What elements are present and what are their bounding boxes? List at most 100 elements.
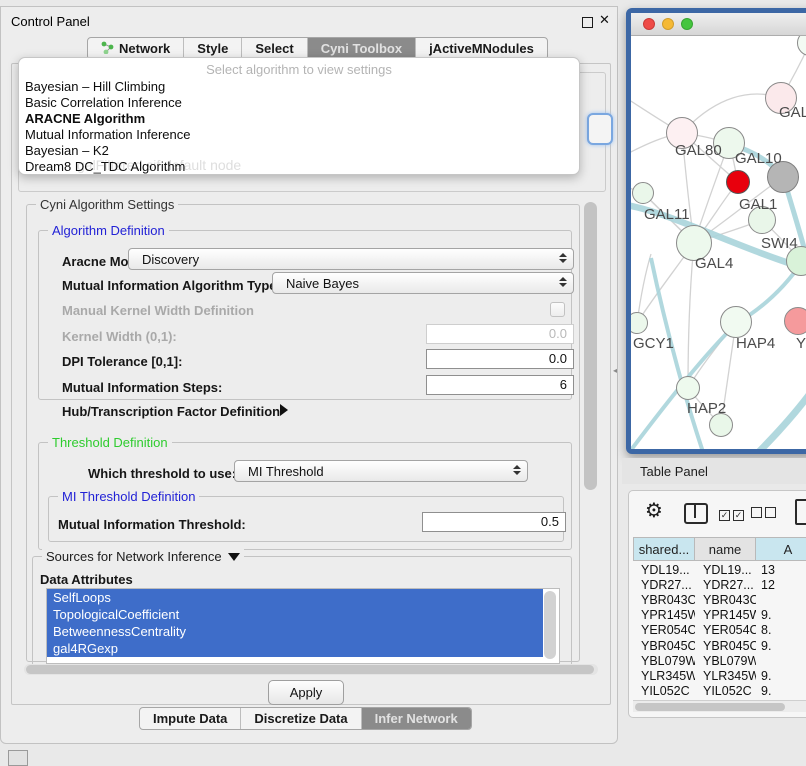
columns-icon[interactable] (684, 503, 708, 524)
table-cell[interactable]: YBL079W (695, 654, 756, 668)
table-cell[interactable]: 13 (756, 563, 806, 577)
splitter-handle-icon[interactable]: ◂ (613, 366, 617, 375)
bottom-tabbar: Impute DataDiscretize DataInfer Network (139, 707, 472, 730)
apply-button[interactable]: Apply (268, 680, 344, 705)
algorithm-option[interactable]: Bayesian – K2 (19, 143, 579, 159)
network-canvas[interactable]: GALGAL80GAL10GAL11GAL1SWI4GAL4GCY1HAP4YH… (631, 36, 806, 449)
zoom-traffic-light[interactable] (681, 18, 693, 30)
table-cell[interactable]: YDL19... (695, 563, 756, 577)
table-cell[interactable]: YBR043C (695, 593, 756, 607)
dpi-tolerance-field[interactable]: 0.0 (426, 349, 574, 369)
attribute-item[interactable]: TopologicalCoefficient (47, 606, 543, 623)
algorithm-option[interactable]: Dream8 DC_TDC Algorithm (19, 159, 579, 175)
table-cell[interactable]: 12 (756, 578, 806, 592)
table-cell[interactable]: YIL052C (695, 684, 756, 698)
tab-cyni-toolbox[interactable]: Cyni Toolbox (307, 38, 415, 59)
algorithm-option[interactable]: Mutual Information Inference (19, 127, 579, 143)
table-cell[interactable]: YDL19... (633, 563, 695, 577)
node-red[interactable] (726, 170, 750, 194)
table-row[interactable]: YBR043CYBR043C (633, 592, 806, 607)
mi-type-combo[interactable]: Naive Bayes (272, 272, 574, 294)
bottom-tab-infer-network[interactable]: Infer Network (361, 708, 471, 729)
table-row[interactable]: YLR345WYLR345W9. (633, 668, 806, 683)
node-gal11[interactable] (632, 182, 654, 204)
attribute-item[interactable]: SelfLoops (47, 589, 543, 606)
mi-type-value: Naive Bayes (286, 276, 359, 291)
expand-right-icon[interactable] (280, 404, 288, 416)
attribute-item[interactable]: gal4RGexp (47, 640, 543, 657)
table-row[interactable]: YER054CYER054C8. (633, 623, 806, 638)
table-cell[interactable]: YDR27... (695, 578, 756, 592)
table-cell[interactable]: YER054C (633, 623, 695, 637)
table-cell[interactable]: YBR045C (633, 639, 695, 653)
settings-vertical-scrollbar[interactable] (584, 202, 597, 490)
network-window-titlebar[interactable] (631, 13, 806, 36)
algorithm-option[interactable]: ARACNE Algorithm (19, 111, 579, 127)
mi-threshold-field[interactable]: 0.5 (422, 512, 566, 532)
table-cell[interactable]: 9. (756, 684, 806, 698)
bottom-tab-impute-data[interactable]: Impute Data (140, 708, 240, 729)
tab-style[interactable]: Style (183, 38, 241, 59)
data-attributes-listbox: SelfLoopsTopologicalCoefficientBetweenne… (46, 588, 560, 664)
table-row[interactable]: YPR145WYPR145W9. (633, 608, 806, 623)
deselect-all-checkboxes-icon[interactable] (751, 505, 779, 523)
tab-network[interactable]: Network (88, 38, 183, 59)
list-scrollbar[interactable] (544, 591, 556, 659)
document-icon[interactable] (795, 499, 806, 525)
table-row[interactable]: YBL079WYBL079W (633, 653, 806, 668)
table-panel-titlebar: Table Panel (622, 458, 806, 484)
table-cell[interactable]: YER054C (695, 623, 756, 637)
table-row[interactable]: YIL052CYIL052C9. (633, 684, 806, 699)
table-cell[interactable]: 9. (756, 608, 806, 622)
tab-select[interactable]: Select (241, 38, 306, 59)
algorithm-option[interactable]: Bayesian – Hill Climbing (19, 79, 579, 95)
close-icon[interactable]: ✕ (599, 12, 610, 28)
aracne-mode-combo[interactable]: Discovery (128, 248, 574, 270)
table-cell[interactable]: YDR27... (633, 578, 695, 592)
mi-steps-field[interactable]: 6 (426, 375, 574, 395)
algorithm-list: Bayesian – Hill ClimbingBasic Correlatio… (19, 79, 579, 175)
column-header-shared[interactable]: shared... (633, 537, 695, 561)
select-all-checkboxes-icon[interactable]: ✓✓ (719, 505, 747, 523)
node-hap4[interactable] (720, 306, 752, 338)
column-header-name[interactable]: name (694, 537, 756, 561)
scrollbar-thumb[interactable] (26, 665, 594, 674)
table-cell[interactable]: YPR145W (633, 608, 695, 622)
table-cell[interactable]: YLR345W (633, 669, 695, 683)
table-row[interactable]: YDL19...YDL19...13 (633, 562, 806, 577)
table-cell[interactable]: YLR345W (695, 669, 756, 683)
table-row[interactable]: YDR27...YDR27...12 (633, 577, 806, 592)
tab-jactivemnodules[interactable]: jActiveMNodules (415, 38, 547, 59)
node-hap2[interactable] (676, 376, 700, 400)
which-threshold-combo[interactable]: MI Threshold (234, 460, 528, 482)
table-cell[interactable]: 8. (756, 623, 806, 637)
gear-icon[interactable]: ⚙ (645, 498, 663, 523)
sources-title-row[interactable]: Sources for Network Inference (42, 549, 244, 564)
node-salmon[interactable] (784, 307, 806, 335)
mi-steps-label: Mutual Information Steps: (62, 380, 222, 395)
settings-horizontal-scrollbar[interactable] (24, 664, 598, 675)
table-cell[interactable]: 9. (756, 669, 806, 683)
settings-group-title: Cyni Algorithm Settings (36, 197, 178, 212)
tab-label: Select (255, 41, 293, 56)
table-cell[interactable]: YBR043C (633, 593, 695, 607)
float-window-icon[interactable] (582, 17, 593, 28)
node-label-hap2: HAP2 (687, 400, 726, 417)
table-cell[interactable]: YIL052C (633, 684, 695, 698)
column-header-A[interactable]: A (755, 537, 806, 561)
table-horizontal-scrollbar[interactable] (633, 700, 806, 712)
scrollbar-thumb[interactable] (635, 703, 785, 711)
stepper-arrows-icon (559, 253, 567, 263)
table-cell[interactable]: YPR145W (695, 608, 756, 622)
close-traffic-light[interactable] (643, 18, 655, 30)
attribute-item[interactable]: BetweennessCentrality (47, 623, 543, 640)
bottom-tab-discretize-data[interactable]: Discretize Data (240, 708, 360, 729)
table-cell[interactable]: YBR045C (695, 639, 756, 653)
which-threshold-label: Which threshold to use: (88, 466, 236, 481)
minimized-panel-chip[interactable] (8, 750, 28, 766)
algorithm-option[interactable]: Basic Correlation Inference (19, 95, 579, 111)
table-cell[interactable]: YBL079W (633, 654, 695, 668)
table-row[interactable]: YBR045CYBR045C9. (633, 638, 806, 653)
minimize-traffic-light[interactable] (662, 18, 674, 30)
table-cell[interactable]: 9. (756, 639, 806, 653)
